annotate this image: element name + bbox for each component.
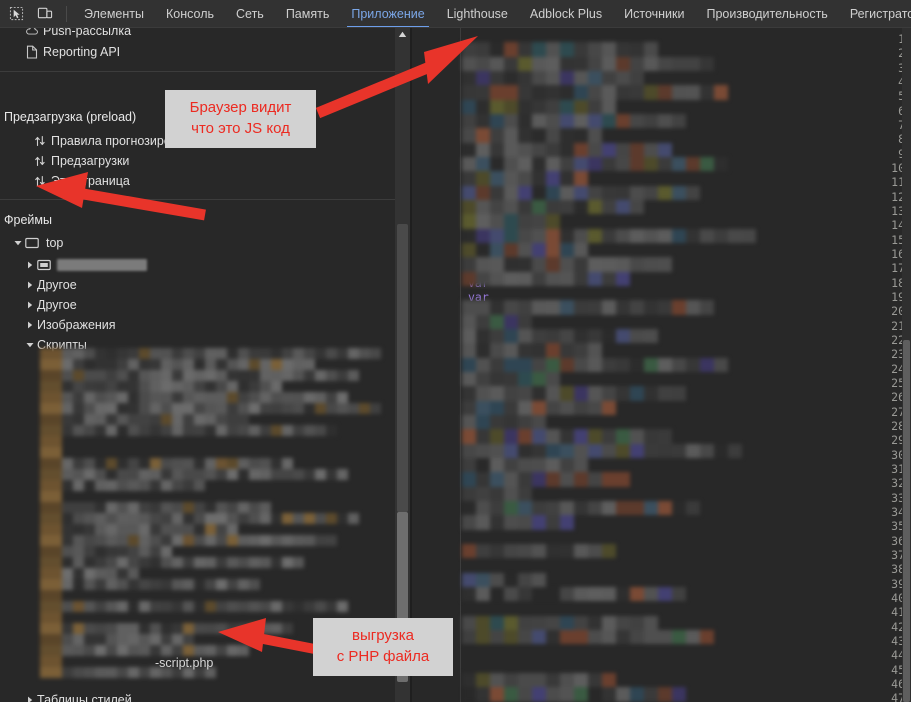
annotation-php-line1: выгрузка: [351, 627, 414, 644]
sidebar-scrollbar[interactable]: [395, 28, 410, 702]
tab-lighthouse[interactable]: Lighthouse: [436, 0, 519, 27]
chevron-down-icon[interactable]: [12, 233, 23, 253]
redacted-source-code[interactable]: [462, 28, 911, 702]
sidebar-item-label: top: [46, 236, 64, 250]
scrollbar-thumb-upper[interactable]: [397, 224, 408, 512]
preload-section-title: Предзагрузка (preload): [4, 110, 137, 124]
sidebar-item-iframe-redacted[interactable]: [0, 255, 380, 275]
tab-recorder[interactable]: Регистратор Д: [839, 0, 911, 27]
devtools-window: Элементы Консоль Сеть Память Приложение …: [0, 0, 911, 702]
line-number-gutter: [412, 28, 461, 702]
chevron-right-icon[interactable]: [24, 690, 35, 702]
device-toolbar-icon[interactable]: [32, 1, 58, 27]
code-scrollbar[interactable]: [902, 28, 911, 702]
annotation-js-code: Браузер видит что это JS код: [165, 90, 316, 148]
sidebar-item-label: Другое: [37, 278, 77, 292]
annotation-js-line2: что это JS код: [191, 120, 290, 137]
frames-section-title: Фреймы: [4, 213, 52, 227]
tab-sources[interactable]: Источники: [613, 0, 695, 27]
sidebar-item-label: Изображения: [37, 318, 116, 332]
code-scrollbar-thumb[interactable]: [903, 340, 910, 702]
toolbar-divider: [66, 5, 67, 22]
inspect-element-icon[interactable]: [3, 1, 29, 27]
updown-arrows-icon: [31, 171, 49, 191]
sidebar-item-stylesheets[interactable]: Таблицы стилей: [0, 690, 380, 702]
chevron-right-icon[interactable]: [24, 295, 35, 315]
tab-memory[interactable]: Память: [275, 0, 341, 27]
updown-arrows-icon: [31, 151, 49, 171]
tab-adblock-plus[interactable]: Adblock Plus: [519, 0, 613, 27]
chevron-down-icon[interactable]: [24, 335, 35, 355]
sidebar-item-label: Предзагрузки: [51, 154, 130, 168]
tab-application[interactable]: Приложение: [340, 0, 435, 27]
chevron-right-icon[interactable]: [24, 275, 35, 295]
sidebar-item-other-1[interactable]: Другое: [0, 275, 380, 295]
sidebar-item-push-messaging[interactable]: Push-рассылка: [0, 28, 380, 41]
iframe-icon: [35, 255, 53, 275]
document-icon: [23, 42, 41, 62]
sidebar-divider-1: [0, 71, 395, 72]
sidebar-item-reporting-api[interactable]: Reporting API: [0, 42, 380, 62]
annotation-php-line2: с PHP файла: [336, 648, 430, 665]
scroll-up-arrow-icon[interactable]: [395, 28, 410, 41]
sidebar-item-images[interactable]: Изображения: [0, 315, 380, 335]
sidebar-item-label: Эта страница: [51, 174, 130, 188]
sidebar-divider-2: [0, 199, 395, 200]
frame-icon: [23, 233, 41, 253]
updown-arrows-icon: [31, 131, 49, 151]
tab-network[interactable]: Сеть: [225, 0, 275, 27]
tab-elements[interactable]: Элементы: [73, 0, 155, 27]
script-entry-label-php[interactable]: -script.php: [155, 656, 213, 670]
sidebar-item-label: Другое: [37, 298, 77, 312]
sidebar-item-label: Reporting API: [43, 45, 121, 59]
tab-performance[interactable]: Производительность: [695, 0, 838, 27]
cloud-icon: [23, 28, 41, 41]
annotation-js-line1: Браузер видит: [189, 99, 292, 116]
sidebar-item-label: Push-рассылка: [43, 28, 132, 38]
sidebar-item-other-2[interactable]: Другое: [0, 295, 380, 315]
chevron-right-icon[interactable]: [24, 255, 35, 275]
annotation-php-upload: выгрузка с PHP файла: [313, 618, 453, 676]
sidebar-item-preloads[interactable]: Предзагрузки: [0, 151, 380, 171]
chevron-right-icon[interactable]: [24, 315, 35, 335]
redacted-frame-name: [57, 259, 147, 271]
devtools-tabbar: Элементы Консоль Сеть Память Приложение …: [0, 0, 911, 28]
sidebar-item-this-page[interactable]: Эта страница: [0, 171, 380, 191]
sidebar-item-label: Таблицы стилей: [37, 693, 132, 702]
source-code-panel[interactable]: 1234567891011121314151617181920212223242…: [412, 28, 911, 702]
sidebar-item-frame-top[interactable]: top: [0, 233, 380, 253]
tab-console[interactable]: Консоль: [155, 0, 225, 27]
